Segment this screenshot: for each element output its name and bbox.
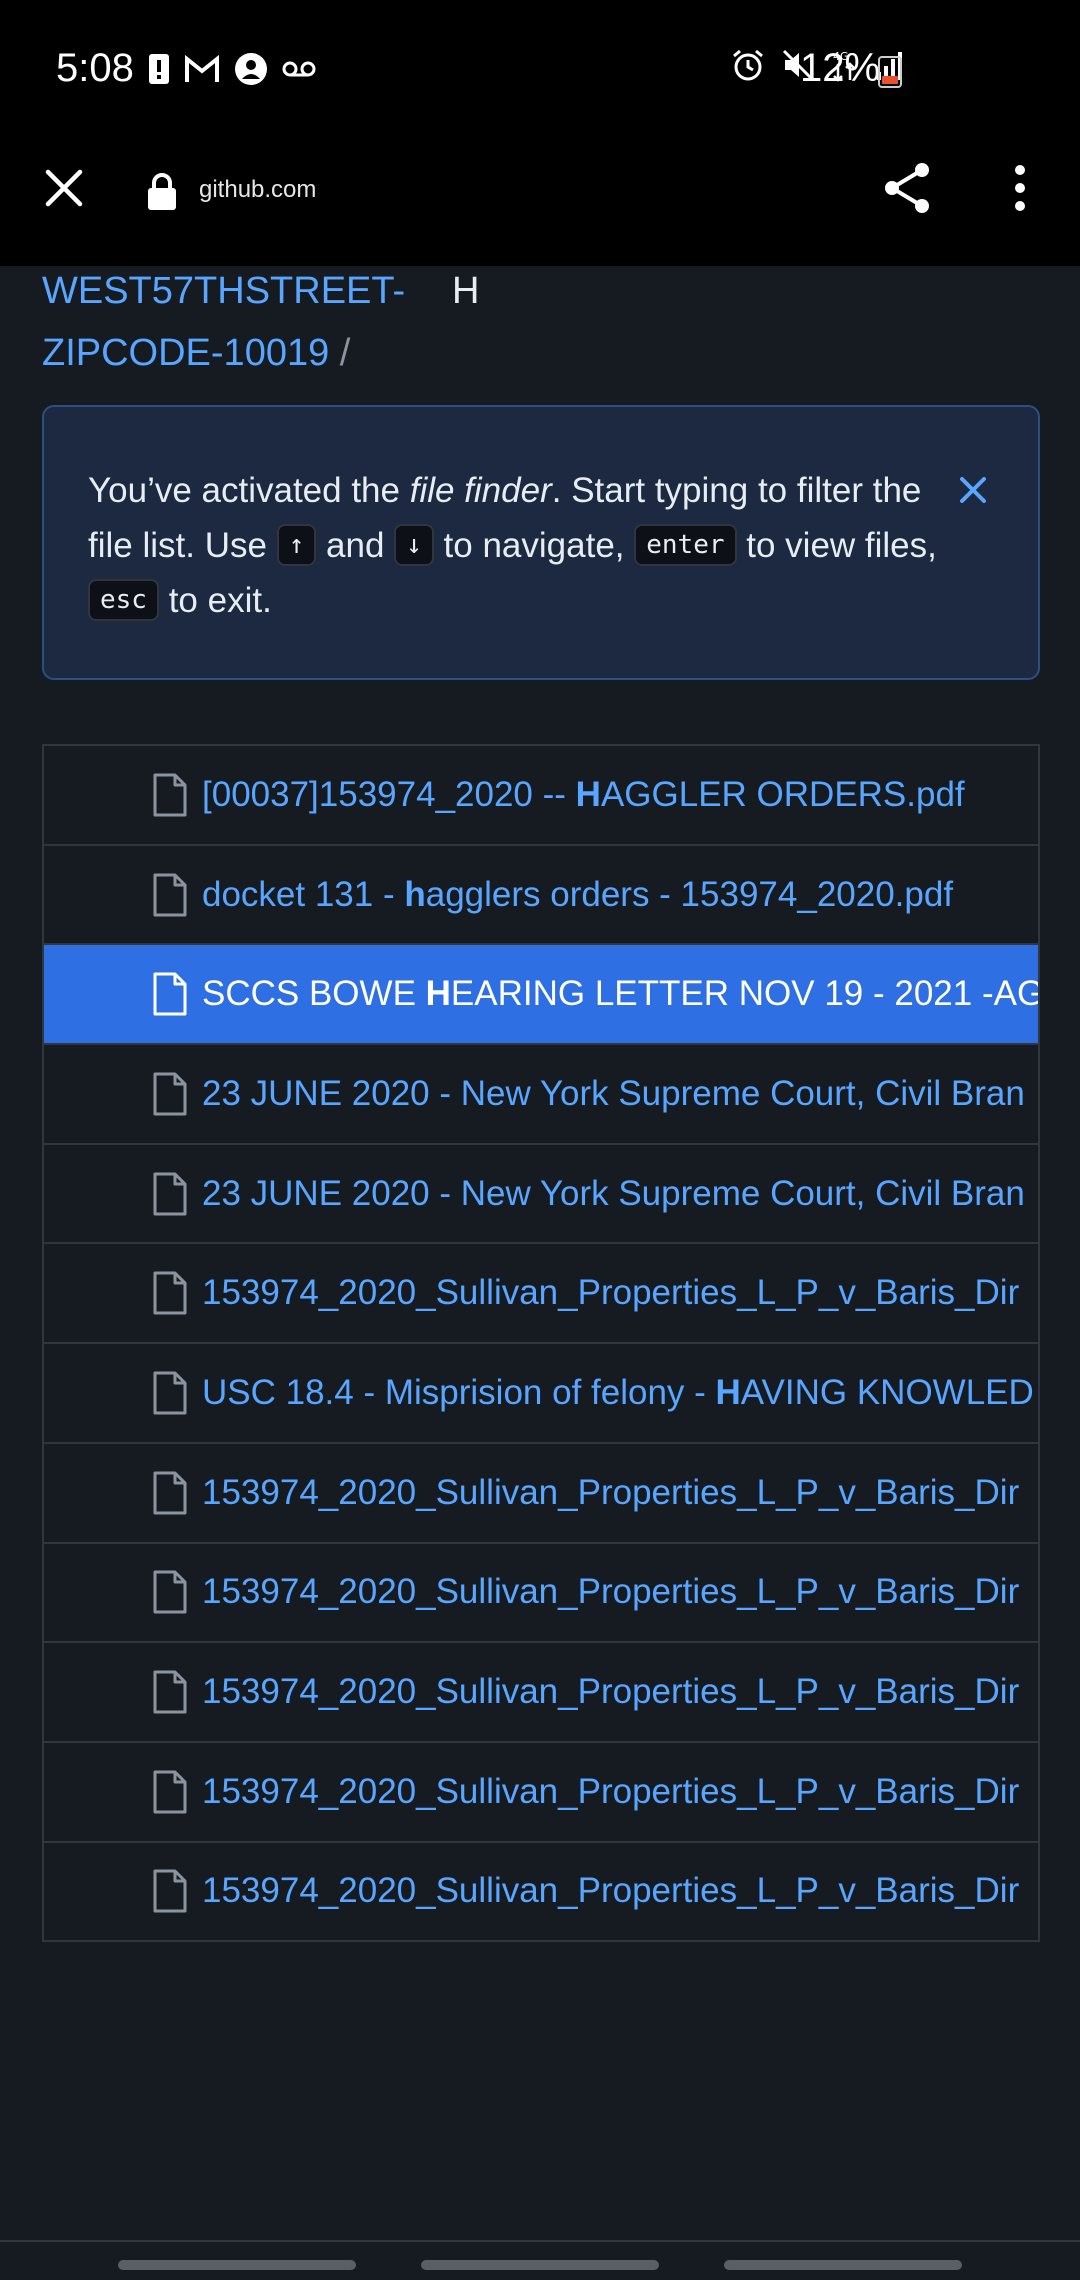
lock-icon	[148, 173, 176, 210]
dismiss-notice-icon[interactable]	[956, 473, 990, 507]
file-row[interactable]: 23 JUNE 2020 - New York Supreme Court, C…	[44, 1145, 1038, 1245]
file-icon	[153, 773, 187, 817]
file-name[interactable]: 153974_2020_Sullivan_Properties_L_P_v_Ba…	[202, 1672, 1019, 1712]
close-icon	[45, 169, 83, 207]
file-name[interactable]: 153974_2020_Sullivan_Properties_L_P_v_Ba…	[202, 1273, 1019, 1313]
notice-emphasis: file finder	[409, 471, 552, 510]
file-finder-query[interactable]: H	[452, 260, 479, 322]
battery-percent: 12%	[800, 46, 881, 90]
file-row[interactable]: 153974_2020_Sullivan_Properties_L_P_v_Ba…	[44, 1244, 1038, 1345]
nav-pill-right[interactable]	[724, 2260, 962, 2270]
file-icon	[153, 1271, 187, 1315]
file-row[interactable]: [00037]153974_2020 -- HAGGLER ORDERS.pdf	[44, 746, 1038, 846]
share-button[interactable]	[880, 160, 936, 216]
file-row[interactable]: 153974_2020_Sullivan_Properties_L_P_v_Ba…	[44, 1643, 1038, 1743]
status-bar: 5:08 4G 12%	[0, 0, 1080, 140]
nav-pill-left[interactable]	[118, 2260, 356, 2270]
file-row[interactable]: 23 JUNE 2020 - New York Supreme Court, C…	[44, 1045, 1038, 1145]
file-row[interactable]: USC 18.4 - Misprision of felony - HAVING…	[44, 1344, 1038, 1444]
file-row[interactable]: 153974_2020_Sullivan_Properties_L_P_v_Ba…	[44, 1743, 1038, 1843]
file-icon	[153, 1670, 187, 1714]
file-icon	[153, 1471, 187, 1515]
file-name[interactable]: 153974_2020_Sullivan_Properties_L_P_v_Ba…	[202, 1871, 1019, 1911]
file-icon	[153, 1172, 187, 1216]
file-row[interactable]: docket 131 - hagglers orders - 153974_20…	[44, 846, 1038, 946]
close-tab-button[interactable]	[38, 162, 90, 214]
gmail-icon	[185, 54, 219, 82]
file-icon	[153, 1570, 187, 1614]
system-nav-bar	[0, 2240, 1080, 2280]
breadcrumb-link-line2[interactable]: ZIPCODE-10019	[42, 332, 329, 374]
file-name[interactable]: USC 18.4 - Misprision of felony - HAVING…	[202, 1373, 1034, 1413]
file-name[interactable]: 23 JUNE 2020 - New York Supreme Court, C…	[202, 1174, 1025, 1214]
file-row[interactable]: SCCS BOWE HEARING LETTER NOV 19 - 2021 -…	[44, 945, 1038, 1046]
file-icon	[153, 972, 187, 1016]
more-vert-icon	[1015, 165, 1025, 211]
voicemail-icon	[282, 61, 316, 77]
account-icon	[235, 53, 267, 85]
match-highlight: H	[715, 1372, 741, 1412]
key-down: ↓	[394, 524, 434, 566]
file-name[interactable]: 153974_2020_Sullivan_Properties_L_P_v_Ba…	[202, 1572, 1019, 1612]
url-text[interactable]: github.com	[199, 176, 316, 204]
status-time: 5:08	[56, 46, 134, 90]
match-highlight: H	[575, 774, 601, 814]
file-icon	[153, 1371, 187, 1415]
file-name[interactable]: 153974_2020_Sullivan_Properties_L_P_v_Ba…	[202, 1772, 1019, 1812]
share-icon	[885, 163, 929, 213]
breadcrumb-separator: /	[329, 332, 351, 374]
file-icon	[153, 873, 187, 917]
match-highlight: H	[425, 974, 451, 1014]
file-name[interactable]: SCCS BOWE HEARING LETTER NOV 19 - 2021 -…	[202, 974, 1038, 1014]
file-icon	[153, 1869, 187, 1913]
key-esc: esc	[88, 579, 159, 621]
file-name[interactable]: 153974_2020_Sullivan_Properties_L_P_v_Ba…	[202, 1473, 1019, 1513]
match-highlight: h	[404, 874, 426, 914]
key-up: ↑	[276, 524, 317, 566]
file-icon	[153, 1770, 187, 1814]
battery-icon	[878, 56, 902, 88]
more-options-button[interactable]	[1004, 160, 1036, 216]
file-finder-notice: You’ve activated the file finder. Start …	[42, 405, 1040, 680]
file-row[interactable]: 153974_2020_Sullivan_Properties_L_P_v_Ba…	[44, 1444, 1038, 1544]
breadcrumb-link-line1[interactable]: WEST57THSTREET-	[42, 270, 405, 312]
file-name[interactable]: [00037]153974_2020 -- HAGGLER ORDERS.pdf	[202, 775, 965, 815]
alarm-icon	[733, 49, 763, 81]
file-icon	[153, 1072, 187, 1116]
file-name[interactable]: docket 131 - hagglers orders - 153974_20…	[202, 875, 953, 915]
file-name[interactable]: 23 JUNE 2020 - New York Supreme Court, C…	[202, 1074, 1025, 1114]
file-row[interactable]: 153974_2020_Sullivan_Properties_L_P_v_Ba…	[44, 1843, 1038, 1943]
nav-pill-center[interactable]	[421, 2260, 659, 2270]
browser-toolbar: github.com	[0, 140, 1080, 266]
file-list: [00037]153974_2020 -- HAGGLER ORDERS.pdf…	[42, 744, 1040, 1943]
breadcrumb: WEST57THSTREET- ZIPCODE-10019 /	[42, 260, 405, 384]
alert-icon	[149, 54, 169, 84]
key-enter: enter	[634, 524, 737, 566]
file-row[interactable]: 153974_2020_Sullivan_Properties_L_P_v_Ba…	[44, 1544, 1038, 1644]
